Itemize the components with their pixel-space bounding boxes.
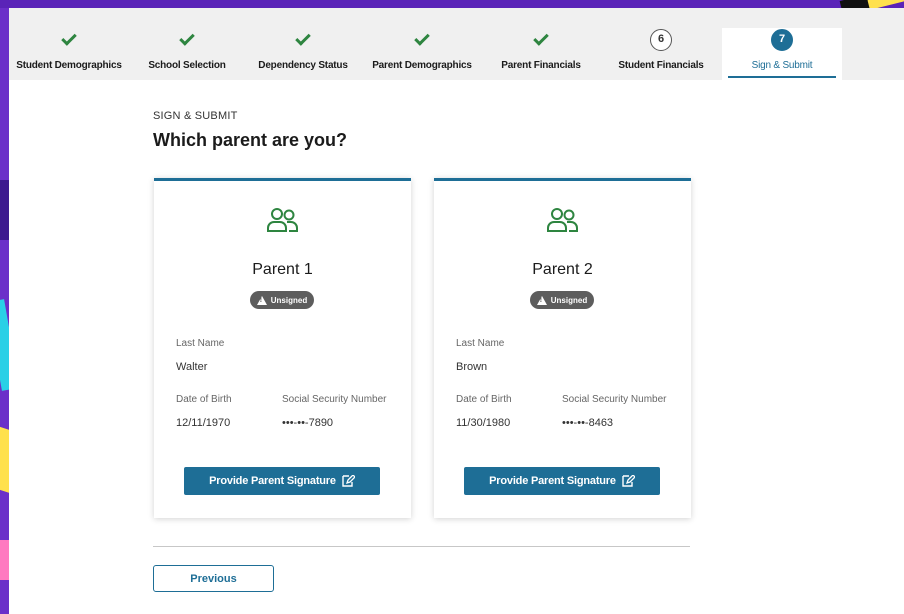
ssn-value: •••-••-7890 (282, 417, 334, 429)
last-name-value: Walter (176, 361, 208, 373)
ssn-value: •••-••-8463 (562, 417, 614, 429)
parent-title: Parent 2 (532, 261, 593, 278)
checkmark-icon (295, 30, 311, 46)
dob-value: 11/30/1980 (456, 417, 511, 429)
step-label: Parent Financials (501, 60, 581, 71)
ssn-label: Social Security Number (282, 394, 387, 405)
step-label: Dependency Status (258, 60, 348, 71)
provide-parent-signature-button[interactable]: Provide Parent Signature (464, 467, 660, 495)
button-label: Provide Parent Signature (489, 475, 616, 487)
step-dependency-status[interactable]: Dependency Status (243, 28, 363, 80)
section-eyebrow: SIGN & SUBMIT (153, 110, 238, 122)
checkmark-icon (61, 30, 77, 46)
parent-1-card: Parent 1 Unsigned Last Name Walter Date … (154, 178, 411, 518)
progress-stepper: Student Demographics School Selection De… (9, 8, 904, 80)
parent-title: Parent 1 (252, 261, 313, 278)
warning-icon (536, 295, 547, 305)
status-badge: Unsigned (530, 291, 594, 309)
active-step-indicator (728, 76, 836, 78)
ssn-label: Social Security Number (562, 394, 667, 405)
signature-icon (342, 475, 355, 487)
step-parent-financials[interactable]: Parent Financials (481, 28, 601, 80)
warning-icon (256, 295, 267, 305)
divider (153, 546, 690, 547)
previous-button[interactable]: Previous (153, 565, 274, 592)
button-label: Provide Parent Signature (209, 475, 336, 487)
step-label: Student Demographics (16, 60, 122, 71)
dob-label: Date of Birth (456, 394, 512, 405)
step-parent-demographics[interactable]: Parent Demographics (362, 28, 482, 80)
signature-icon (622, 475, 635, 487)
last-name-label: Last Name (456, 338, 505, 349)
status-text: Unsigned (270, 295, 308, 305)
last-name-label: Last Name (176, 338, 225, 349)
status-badge: Unsigned (250, 291, 314, 309)
step-label: Student Financials (618, 60, 704, 71)
step-number: 7 (771, 29, 793, 51)
step-label: Parent Demographics (372, 60, 472, 71)
dob-value: 12/11/1970 (176, 417, 231, 429)
step-student-financials[interactable]: 6 Student Financials (601, 28, 721, 80)
step-school-selection[interactable]: School Selection (127, 28, 247, 80)
checkmark-icon (179, 30, 195, 46)
last-name-value: Brown (456, 361, 488, 373)
parent-2-card: Parent 2 Unsigned Last Name Brown Date o… (434, 178, 691, 518)
application-window: Student Demographics School Selection De… (9, 8, 904, 614)
step-label: School Selection (148, 60, 226, 71)
step-label: Sign & Submit (751, 60, 813, 71)
checkmark-icon (414, 30, 430, 46)
status-text: Unsigned (550, 295, 588, 305)
provide-parent-signature-button[interactable]: Provide Parent Signature (184, 467, 380, 495)
people-icon (546, 208, 578, 232)
page-title: Which parent are you? (153, 130, 348, 150)
checkmark-icon (533, 30, 549, 46)
step-number: 6 (650, 29, 672, 51)
dob-label: Date of Birth (176, 394, 232, 405)
people-icon (266, 208, 298, 232)
step-student-demographics[interactable]: Student Demographics (9, 28, 129, 80)
step-sign-and-submit[interactable]: 7 Sign & Submit (722, 28, 842, 80)
